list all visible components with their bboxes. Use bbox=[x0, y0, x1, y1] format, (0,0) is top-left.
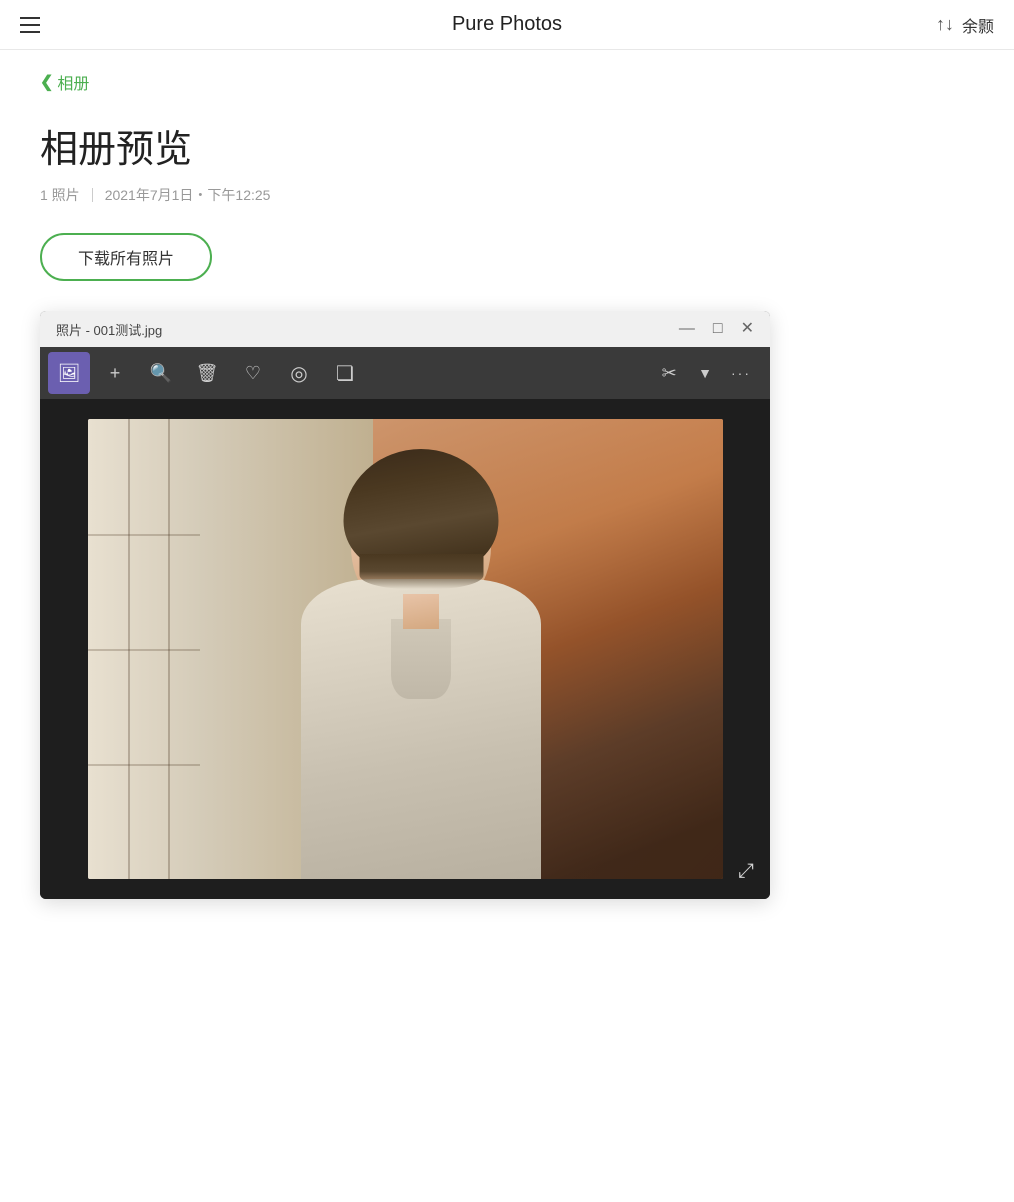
download-all-button[interactable]: 下载所有照片 bbox=[40, 233, 212, 281]
sort-icon[interactable]: ↑↓ bbox=[936, 14, 954, 35]
toolbar-crop-button[interactable]: ❏ bbox=[324, 352, 366, 394]
top-bar-left bbox=[20, 17, 40, 33]
toolbar-scissors-button[interactable]: ✂ bbox=[648, 352, 690, 394]
window-controls: — □ ✕ bbox=[679, 321, 754, 337]
window-toolbar: 🖼 + 🔍 🗑 ♡ ◎ ❏ ✂ bbox=[40, 347, 770, 399]
toolbar-heart-button[interactable]: ♡ bbox=[232, 352, 274, 394]
breadcrumb-arrow-icon: ❮ bbox=[40, 72, 53, 92]
neck bbox=[403, 594, 439, 629]
hamburger-menu-icon[interactable] bbox=[20, 17, 40, 33]
meta-divider bbox=[92, 188, 93, 202]
expand-button[interactable]: ⤢ bbox=[738, 860, 754, 883]
page-title: 相册预览 bbox=[40, 118, 974, 173]
photo-window: 照片 - 001测试.jpg — □ ✕ 🖼 + 🔍 🗑 ♡ bbox=[40, 311, 770, 899]
window-filename: 照片 - 001测试.jpg bbox=[56, 320, 162, 339]
toolbar-dropdown-button[interactable]: ▼ bbox=[694, 352, 716, 394]
toolbar-view-button[interactable]: 🖼 bbox=[48, 352, 90, 394]
heart-icon: ♡ bbox=[245, 363, 261, 384]
toolbar-zoom-button[interactable]: 🔍 bbox=[140, 352, 182, 394]
toolbar-delete-button[interactable]: 🗑 bbox=[186, 352, 228, 394]
toolbar-more-button[interactable]: ··· bbox=[720, 352, 762, 394]
hline3 bbox=[88, 764, 200, 766]
meta-info: 1 照片 2021年7月1日・下午12:25 bbox=[40, 185, 974, 205]
pin-icon: ◎ bbox=[290, 361, 307, 386]
maximize-button[interactable]: □ bbox=[713, 321, 723, 337]
photo-date: 2021年7月1日・下午12:25 bbox=[105, 185, 271, 205]
breadcrumb-text: 相册 bbox=[57, 70, 89, 94]
portrait-background bbox=[88, 419, 723, 879]
toolbar-add-button[interactable]: + bbox=[94, 352, 136, 394]
person-figure bbox=[261, 439, 581, 879]
hline2 bbox=[88, 649, 200, 651]
close-button[interactable]: ✕ bbox=[741, 321, 754, 337]
delete-icon: 🗑 bbox=[196, 363, 219, 384]
zoom-icon: 🔍 bbox=[150, 363, 172, 384]
photo-count: 1 照片 bbox=[40, 185, 80, 205]
minimize-button[interactable]: — bbox=[679, 321, 695, 337]
hline1 bbox=[88, 534, 200, 536]
window-titlebar: 照片 - 001测试.jpg — □ ✕ bbox=[40, 311, 770, 347]
more-icon: ··· bbox=[731, 365, 751, 381]
scissors-icon: ✂ bbox=[662, 363, 677, 384]
top-bar-right: ↑↓ 余颢 bbox=[936, 13, 994, 37]
breadcrumb[interactable]: ❮ 相册 bbox=[40, 70, 974, 94]
user-name[interactable]: 余颢 bbox=[962, 13, 994, 37]
photo-container bbox=[88, 419, 723, 879]
page-content: ❮ 相册 相册预览 1 照片 2021年7月1日・下午12:25 下载所有照片 … bbox=[0, 50, 1014, 919]
chevron-down-icon: ▼ bbox=[698, 365, 712, 381]
photo-area: ⤢ bbox=[40, 399, 770, 899]
hair bbox=[344, 449, 499, 569]
add-icon: + bbox=[110, 363, 121, 384]
top-bar: Pure Photos ↑↓ 余颢 bbox=[0, 0, 1014, 50]
view-icon: 🖼 bbox=[58, 363, 81, 384]
crop-icon: ❏ bbox=[336, 361, 354, 386]
app-title: Pure Photos bbox=[452, 13, 562, 36]
toolbar-pin-button[interactable]: ◎ bbox=[278, 352, 320, 394]
